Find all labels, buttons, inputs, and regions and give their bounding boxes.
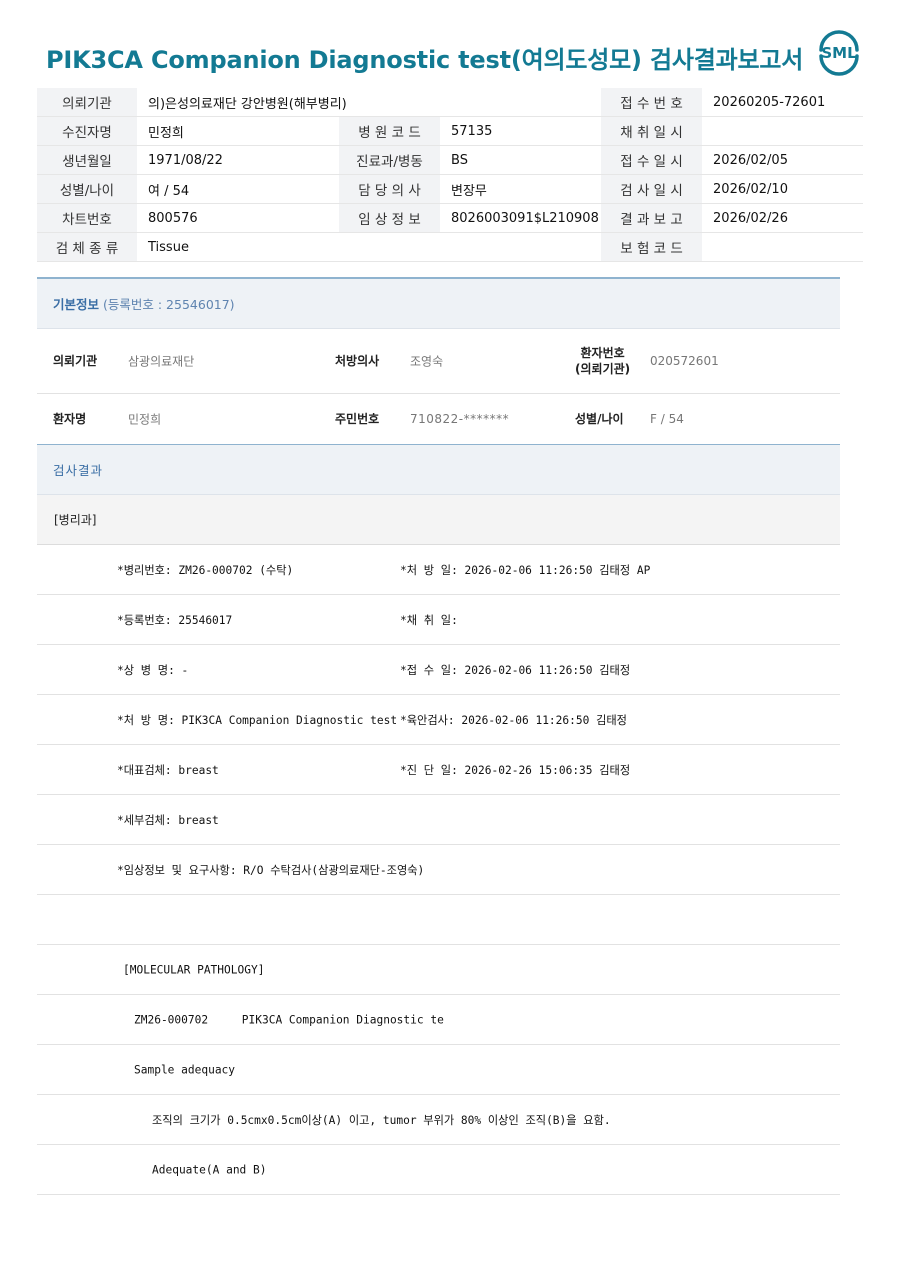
result-row: [MOLECULAR PATHOLOGY] bbox=[37, 945, 840, 995]
basic-info-section: 기본정보 (등록번호 : 25546017) 의뢰기관 삼광의료재단 처방의사 … bbox=[37, 277, 840, 446]
value-collection-date bbox=[702, 116, 864, 146]
result-left: *대표검체: breast bbox=[117, 763, 219, 777]
value-name: 민정희 bbox=[128, 412, 162, 427]
label-org: 의뢰기관 bbox=[53, 354, 98, 368]
value-resident-no: 710822-******* bbox=[410, 412, 510, 426]
label-receipt-date: 접 수 일 시 bbox=[601, 145, 703, 175]
results-title: 검사결과 bbox=[53, 463, 104, 478]
label-patient-no-line2: (의뢰기관) bbox=[575, 362, 631, 376]
result-row: *등록번호: 25546017 *채 취 일: bbox=[37, 595, 840, 645]
label-clinical-info: 임 상 정 보 bbox=[339, 203, 440, 233]
info-row: 검 체 종 류 Tissue 보 험 코 드 bbox=[37, 232, 864, 262]
basic-info-reg-no: (등록번호 : 25546017) bbox=[103, 297, 235, 312]
label-chart-no: 차트번호 bbox=[37, 203, 137, 233]
result-left: *등록번호: 25546017 bbox=[117, 613, 233, 627]
label-prescriber: 처방의사 bbox=[335, 354, 380, 368]
value-birth-date: 1971/08/22 bbox=[137, 145, 339, 175]
result-row: *상 병 명: - *접 수 일: 2026-02-06 11:26:50 김태… bbox=[37, 645, 840, 695]
molecular-line-1: ZM26-000702 PIK3CA Companion Diagnostic … bbox=[134, 1013, 444, 1026]
result-row-empty bbox=[37, 895, 840, 945]
label-sex-age: 성별/나이 bbox=[37, 174, 137, 204]
results-section: 검사결과 [병리과] *병리번호: ZM26-000702 (수탁) *처 방 … bbox=[37, 445, 840, 1195]
value-receipt-date: 2026/02/05 bbox=[702, 145, 864, 175]
label-birth-date: 생년월일 bbox=[37, 145, 137, 175]
basic-info-row: 의뢰기관 삼광의료재단 처방의사 조영숙 환자번호 (의뢰기관) 0205726… bbox=[37, 329, 840, 394]
label-patient-name: 수진자명 bbox=[37, 116, 137, 146]
result-row: Adequate(A and B) bbox=[37, 1145, 840, 1195]
molecular-line-3: 조직의 크기가 0.5cmx0.5cm이상(A) 이고, tumor 부위가 8… bbox=[152, 1113, 611, 1127]
value-test-date: 2026/02/10 bbox=[702, 174, 864, 204]
value-patient-no: 020572601 bbox=[650, 354, 719, 368]
result-right: *진 단 일: 2026-02-26 15:06:35 김태정 bbox=[400, 763, 631, 777]
results-header: 검사결과 bbox=[37, 445, 840, 495]
result-left: *세부검체: breast bbox=[117, 813, 219, 827]
department-label: [병리과] bbox=[37, 495, 840, 545]
value-clinical-info: 8026003091$L210908 bbox=[440, 203, 602, 233]
value-doctor: 변장무 bbox=[440, 174, 602, 204]
label-patient-no: 환자번호 (의뢰기관) bbox=[575, 345, 630, 377]
value-report-date: 2026/02/26 bbox=[702, 203, 864, 233]
info-row: 의뢰기관 의)은성의료재단 강안병원(해부병리) 접 수 번 호 2026020… bbox=[37, 88, 864, 117]
label-receipt-no: 접 수 번 호 bbox=[601, 88, 703, 117]
label-requesting-org: 의뢰기관 bbox=[37, 88, 137, 117]
value-sex-age: 여 / 54 bbox=[137, 174, 339, 204]
info-row: 성별/나이 여 / 54 담 당 의 사 변장무 검 사 일 시 2026/02… bbox=[37, 174, 864, 204]
value-patient-name: 민정희 bbox=[137, 116, 339, 146]
result-row: ZM26-000702 PIK3CA Companion Diagnostic … bbox=[37, 995, 840, 1045]
value-hospital-code: 57135 bbox=[440, 116, 602, 146]
value-requesting-org: 의)은성의료재단 강안병원(해부병리) bbox=[137, 88, 602, 117]
result-left: *상 병 명: - bbox=[117, 663, 189, 677]
result-row: Sample adequacy bbox=[37, 1045, 840, 1095]
label-insurance-code: 보 험 코 드 bbox=[601, 232, 703, 262]
molecular-line-2: Sample adequacy bbox=[134, 1063, 236, 1076]
label-doctor: 담 당 의 사 bbox=[339, 174, 440, 204]
result-row: *세부검체: breast bbox=[37, 795, 840, 845]
result-left: *병리번호: ZM26-000702 (수탁) bbox=[117, 563, 294, 577]
molecular-line-4: Adequate(A and B) bbox=[152, 1163, 267, 1176]
molecular-title: [MOLECULAR PATHOLOGY] bbox=[123, 963, 265, 976]
label-test-date: 검 사 일 시 bbox=[601, 174, 703, 204]
result-right: *육안검사: 2026-02-06 11:26:50 김태정 bbox=[400, 713, 627, 727]
label-name: 환자명 bbox=[53, 412, 87, 426]
result-left: *처 방 명: PIK3CA Companion Diagnostic test… bbox=[117, 713, 397, 727]
result-row: *대표검체: breast *진 단 일: 2026-02-26 15:06:3… bbox=[37, 745, 840, 795]
label-patient-no-line1: 환자번호 bbox=[580, 346, 625, 360]
value-prescriber: 조영숙 bbox=[410, 354, 444, 369]
result-row: *처 방 명: PIK3CA Companion Diagnostic test… bbox=[37, 695, 840, 745]
value-insurance-code bbox=[702, 232, 864, 262]
report-title: PIK3CA Companion Diagnostic test(여의도성모) … bbox=[46, 46, 804, 74]
sml-logo: SML bbox=[819, 30, 859, 76]
info-row: 생년월일 1971/08/22 진료과/병동 BS 접 수 일 시 2026/0… bbox=[37, 145, 864, 175]
result-row: 조직의 크기가 0.5cmx0.5cm이상(A) 이고, tumor 부위가 8… bbox=[37, 1095, 840, 1145]
logo-text: SML bbox=[821, 44, 857, 62]
basic-info-header: 기본정보 (등록번호 : 25546017) bbox=[37, 277, 840, 329]
label-sex-age-2: 성별/나이 bbox=[575, 412, 624, 426]
result-right: *접 수 일: 2026-02-06 11:26:50 김태정 bbox=[400, 663, 631, 677]
value-sex-age-2: F / 54 bbox=[650, 412, 684, 426]
label-hospital-code: 병 원 코 드 bbox=[339, 116, 440, 146]
label-report-date: 결 과 보 고 bbox=[601, 203, 703, 233]
result-row: *병리번호: ZM26-000702 (수탁) *처 방 일: 2026-02-… bbox=[37, 545, 840, 595]
label-resident-no: 주민번호 bbox=[335, 412, 380, 426]
value-org: 삼광의료재단 bbox=[128, 354, 195, 369]
value-chart-no: 800576 bbox=[137, 203, 339, 233]
result-right: *채 취 일: bbox=[400, 613, 458, 627]
basic-info-row: 환자명 민정희 주민번호 710822-******* 성별/나이 F / 54 bbox=[37, 394, 840, 446]
result-row: *임상정보 및 요구사항: R/O 수탁검사(삼광의료재단-조영숙) bbox=[37, 845, 840, 895]
label-specimen-type: 검 체 종 류 bbox=[37, 232, 137, 262]
result-right: *처 방 일: 2026-02-06 11:26:50 김태정 AP bbox=[400, 563, 651, 577]
info-row: 수진자명 민정희 병 원 코 드 57135 채 취 일 시 bbox=[37, 116, 864, 146]
info-row: 차트번호 800576 임 상 정 보 8026003091$L210908 결… bbox=[37, 203, 864, 233]
value-dept-ward: BS bbox=[440, 145, 602, 175]
value-specimen-type: Tissue bbox=[137, 232, 339, 262]
result-left: *임상정보 및 요구사항: R/O 수탁검사(삼광의료재단-조영숙) bbox=[117, 863, 425, 877]
basic-info-title: 기본정보 bbox=[53, 297, 100, 312]
value-receipt-no: 20260205-72601 bbox=[702, 88, 864, 117]
label-collection-date: 채 취 일 시 bbox=[601, 116, 703, 146]
label-dept-ward: 진료과/병동 bbox=[339, 145, 440, 175]
request-info-table: 의뢰기관 의)은성의료재단 강안병원(해부병리) 접 수 번 호 2026020… bbox=[37, 88, 864, 262]
report-header: PIK3CA Companion Diagnostic test(여의도성모) … bbox=[0, 0, 900, 88]
